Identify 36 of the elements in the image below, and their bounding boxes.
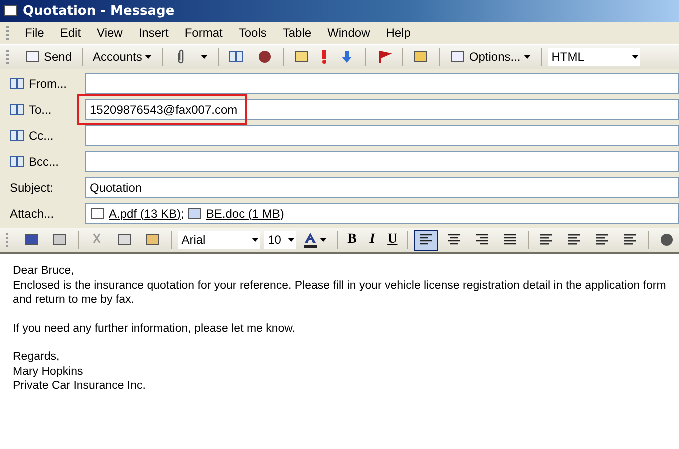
menu-item[interactable]: View <box>89 26 131 40</box>
text-style-button[interactable]: B <box>344 230 360 250</box>
body-text: Private Car Insurance Inc. <box>13 379 147 394</box>
send-button[interactable]: Send <box>21 46 76 68</box>
menu-item[interactable]: Help <box>378 26 419 40</box>
menu-item[interactable]: Edit <box>52 26 90 40</box>
input-field[interactable]: Quotation <box>85 177 679 198</box>
accounts-button[interactable]: Accounts <box>89 46 156 68</box>
text-style-button[interactable]: I <box>364 230 381 250</box>
body-text: and return to me by fax. <box>13 293 136 308</box>
format-dropdown[interactable]: HTML <box>548 48 640 66</box>
menu-item[interactable]: Table <box>274 26 320 40</box>
font-size-dropdown[interactable]: 10 <box>264 231 296 249</box>
font-dropdown[interactable]: Arial <box>178 231 260 249</box>
window-title: Quotation - Message <box>23 4 175 18</box>
menu-item[interactable]: File <box>17 26 52 40</box>
text-style-button[interactable]: U <box>384 230 401 250</box>
field-label[interactable]: To... <box>29 102 52 116</box>
menu-item[interactable]: Tools <box>230 26 275 40</box>
menu-item[interactable]: Format <box>176 26 231 40</box>
field-label: Attach... <box>10 206 54 220</box>
body-text: Mary Hopkins <box>13 364 84 379</box>
field-label: Subject: <box>10 180 54 194</box>
menu-item[interactable]: Window <box>320 26 378 40</box>
input-field[interactable]: 15209876543@fax007.com <box>85 99 679 120</box>
field-label[interactable]: Bcc... <box>29 154 60 168</box>
body-text: Dear Bruce, <box>13 264 76 278</box>
body-text: Regards, <box>13 350 61 364</box>
body-text: Enclosed is the insurance quotation for your reference. Please fill in your vehicle license registration detail in the application form <box>13 278 666 293</box>
menu-item[interactable]: Insert <box>130 26 177 40</box>
body-text: If you need any further information, please let me know. <box>13 322 297 336</box>
options-button[interactable]: Options... <box>446 46 535 68</box>
attachment-link[interactable]: BE.doc (1 MB) <box>206 206 284 220</box>
attachment-link[interactable]: A.pdf (13 KB); <box>109 206 184 220</box>
field-label[interactable]: From... <box>29 76 67 90</box>
field-label[interactable]: Cc... <box>29 128 54 142</box>
